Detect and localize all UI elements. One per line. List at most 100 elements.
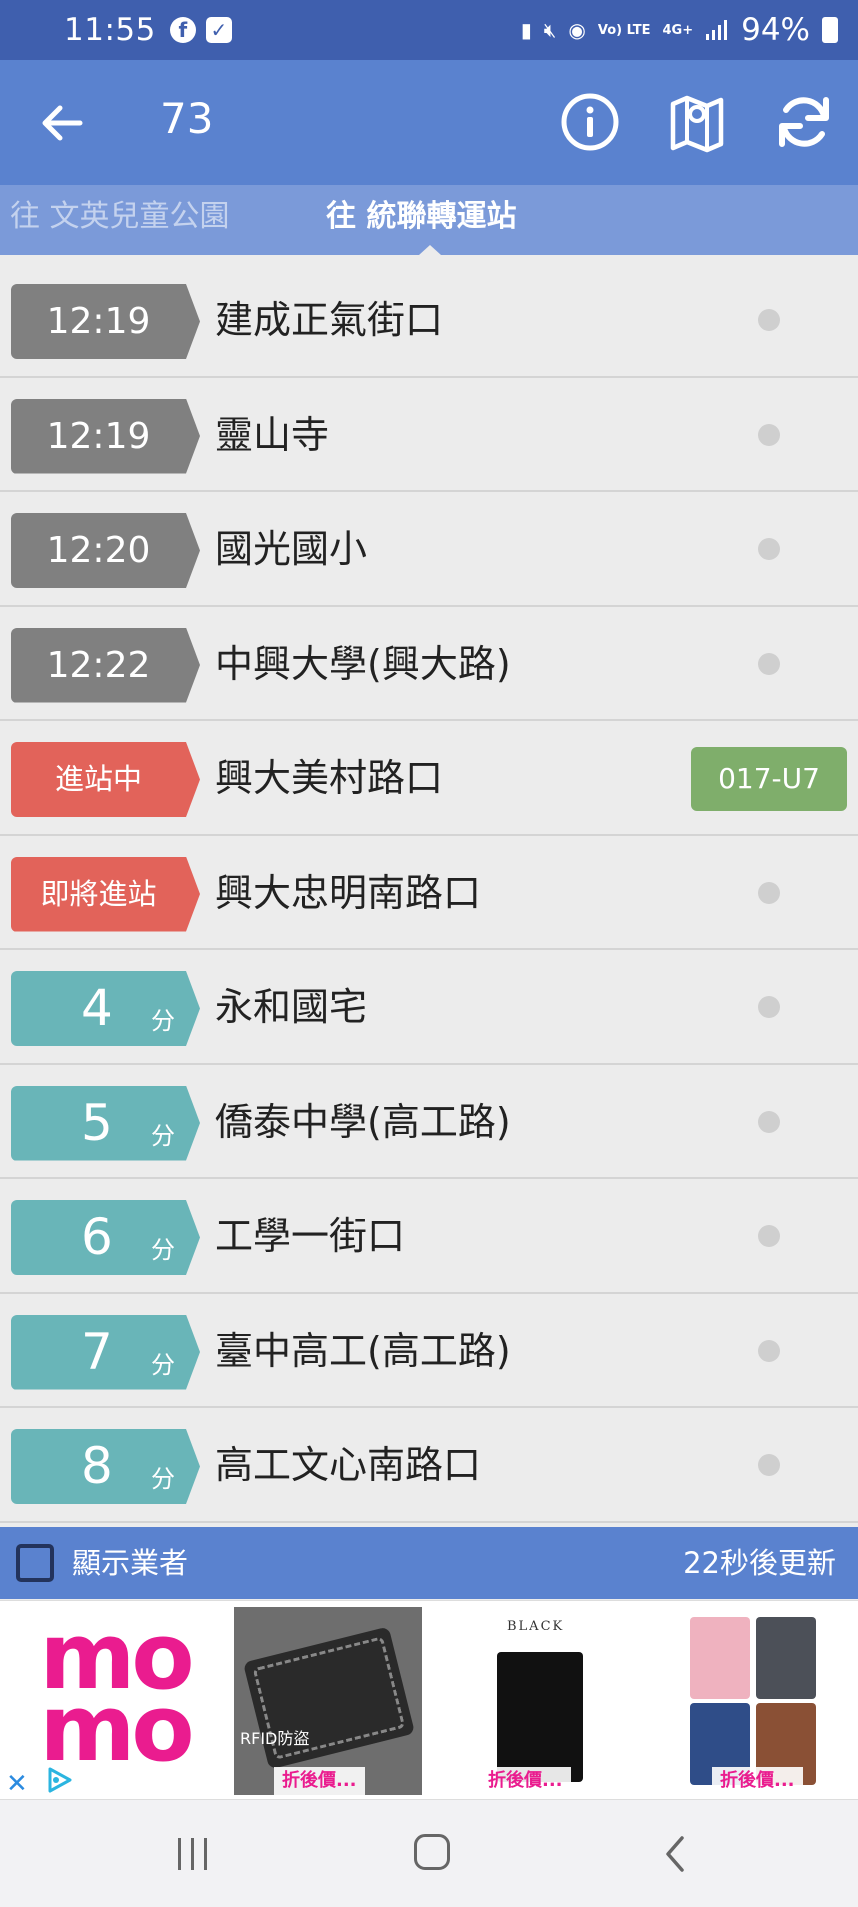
- direction-tabs: 往 文英兒童公園 往 統聯轉運站: [0, 185, 858, 255]
- footer-bar: 顯示業者 22秒後更新: [0, 1527, 858, 1599]
- show-operator-label[interactable]: 顯示業者: [72, 1527, 188, 1599]
- stop-name: 工學一街口: [215, 1214, 406, 1258]
- stop-row[interactable]: 12:22 中興大學(興大路): [0, 606, 858, 721]
- stop-row[interactable]: 12:19 建成正氣街口: [0, 263, 858, 378]
- ad-product-black-sleeve[interactable]: BLACK 折後價...: [472, 1607, 622, 1795]
- eta-unit: 分: [151, 1236, 175, 1264]
- eta-badge: 5分: [11, 1085, 200, 1161]
- tab-selected-indicator: [419, 245, 441, 255]
- stop-row[interactable]: 進站中 興大美村路口 017-U7: [0, 721, 858, 836]
- battery-saver-icon: ▮: [520, 18, 532, 42]
- bus-indicator-dot: [758, 423, 780, 446]
- eta-minutes: 6: [81, 1208, 113, 1266]
- eta-badge: 即將進站: [11, 856, 200, 932]
- refresh-icon: [779, 97, 829, 147]
- mute-icon: 🔇︎: [543, 18, 557, 42]
- status-bar: 11:55 f ✓ ▮ 🔇︎ ◉ Vo) LTE 4G+ 94%: [0, 0, 858, 60]
- momo-logo[interactable]: mo mo: [10, 1611, 220, 1782]
- system-icons: ▮ 🔇︎ ◉ Vo) LTE 4G+ 94%: [521, 12, 838, 48]
- black-sleeve-image: [497, 1652, 583, 1782]
- bus-plate-badge[interactable]: 017-U7: [691, 747, 847, 811]
- momo-logo-line-2: mo: [39, 1675, 194, 1782]
- check-box-icon: ✓: [205, 17, 232, 43]
- eta-minutes: 5: [81, 1093, 113, 1152]
- hotspot-icon: ◉: [568, 18, 586, 42]
- eta-badge: 12:19: [11, 398, 200, 474]
- eta-unit: 分: [151, 1121, 175, 1150]
- info-button[interactable]: [556, 88, 624, 156]
- ad-product-passport-covers[interactable]: 折後價...: [682, 1607, 822, 1795]
- bus-indicator-dot: [758, 881, 780, 904]
- eta-unit: 分: [151, 1007, 175, 1035]
- eta-badge: 6分: [11, 1200, 200, 1275]
- show-operator-checkbox[interactable]: [16, 1544, 54, 1582]
- notification-icons: f ✓: [169, 17, 232, 43]
- eta-minutes: 8: [81, 1437, 113, 1495]
- bus-indicator-dot: [758, 1225, 780, 1247]
- app-root: 11:55 f ✓ ▮ 🔇︎ ◉ Vo) LTE 4G+ 94% 73 往 文英…: [0, 0, 858, 1907]
- stop-row[interactable]: 4 分永和國宅: [0, 950, 858, 1065]
- map-icon: [670, 95, 724, 153]
- stop-row[interactable]: 12:19 靈山寺: [0, 377, 858, 492]
- stop-row[interactable]: 6 分工學一街口: [0, 1179, 858, 1294]
- stop-row[interactable]: 即將進站 興大忠明南路口: [0, 835, 858, 950]
- stop-name: 興大美村路口: [215, 756, 444, 800]
- stop-row[interactable]: 8 分高工文心南路口: [0, 1408, 858, 1523]
- ad-product-wallet[interactable]: RFID防盜 折後價...: [234, 1607, 422, 1795]
- bus-indicator-dot: [758, 309, 780, 331]
- stop-name: 高工文心南路口: [215, 1443, 482, 1487]
- ad-choices-icon[interactable]: [44, 1765, 74, 1795]
- eta-unit: 分: [151, 1350, 175, 1379]
- eta-status: 進站中: [54, 762, 142, 796]
- stop-name: 永和國宅: [215, 985, 368, 1029]
- back-arrow-icon: [42, 105, 83, 141]
- stop-name: 靈山寺: [215, 412, 330, 457]
- ad-banner[interactable]: mo mo ✕ RFID防盜 折後價... BLACK 折後價... 折後價..…: [0, 1600, 858, 1800]
- recents-button[interactable]: [176, 1838, 210, 1870]
- stop-row[interactable]: 12:20 國光國小: [0, 492, 858, 607]
- eta-time: 12:20: [46, 530, 151, 571]
- home-button[interactable]: [414, 1834, 450, 1870]
- map-button[interactable]: [663, 88, 731, 156]
- info-icon: [561, 93, 619, 151]
- eta-badge: 4分: [11, 971, 200, 1046]
- bus-indicator-dot: [758, 1454, 780, 1476]
- stop-name: 建成正氣街口: [215, 298, 444, 342]
- eta-time: 12:19: [46, 415, 151, 457]
- eta-unit: 分: [151, 1465, 175, 1493]
- nav-back-icon[interactable]: [660, 1834, 690, 1874]
- refresh-button[interactable]: [770, 88, 838, 156]
- stop-row[interactable]: 5 分僑泰中學(高工路): [0, 1064, 858, 1179]
- back-button[interactable]: [28, 88, 98, 158]
- price-tag: 折後價...: [712, 1767, 803, 1795]
- eta-badge: 8分: [11, 1429, 200, 1504]
- ad-close-icon[interactable]: ✕: [6, 1769, 28, 1799]
- system-nav-bar: [0, 1800, 858, 1907]
- eta-minutes: 4: [81, 979, 113, 1037]
- bus-indicator-dot: [758, 652, 780, 675]
- bus-indicator-dot: [758, 1110, 780, 1133]
- eta-badge: 7分: [11, 1314, 200, 1390]
- stop-name: 國光國小: [215, 527, 368, 571]
- app-bar: 73: [0, 60, 858, 185]
- refresh-countdown: 22秒後更新: [683, 1546, 836, 1580]
- eta-badge: 12:19: [11, 284, 200, 359]
- facebook-icon: f: [169, 17, 196, 43]
- passport-cover-pink: [690, 1617, 750, 1699]
- stop-row[interactable]: 7 分臺中高工(高工路): [0, 1293, 858, 1408]
- battery-percent: 94%: [741, 12, 810, 48]
- status-time: 11:55: [64, 12, 156, 48]
- stop-name: 興大忠明南路口: [215, 870, 482, 915]
- eta-badge: 12:22: [11, 627, 200, 703]
- bus-indicator-dot: [758, 538, 780, 560]
- stop-list: 12:19 建成正氣街口 12:19 靈山寺 12:20 國光國小 12:22 中興大學(興大…: [0, 263, 858, 1523]
- stop-name: 臺中高工(高工路): [215, 1328, 511, 1373]
- tab-direction-1[interactable]: 往 文英兒童公園: [10, 185, 230, 255]
- eta-badge: 進站中: [11, 742, 200, 817]
- data-4g-icon: 4G+: [662, 22, 694, 38]
- bus-indicator-dot: [758, 1339, 780, 1362]
- stop-name: 僑泰中學(高工路): [215, 1099, 511, 1144]
- rfid-label: RFID防盜: [240, 1729, 310, 1748]
- eta-minutes: 7: [81, 1322, 113, 1381]
- product-brand-label: BLACK: [507, 1619, 565, 1634]
